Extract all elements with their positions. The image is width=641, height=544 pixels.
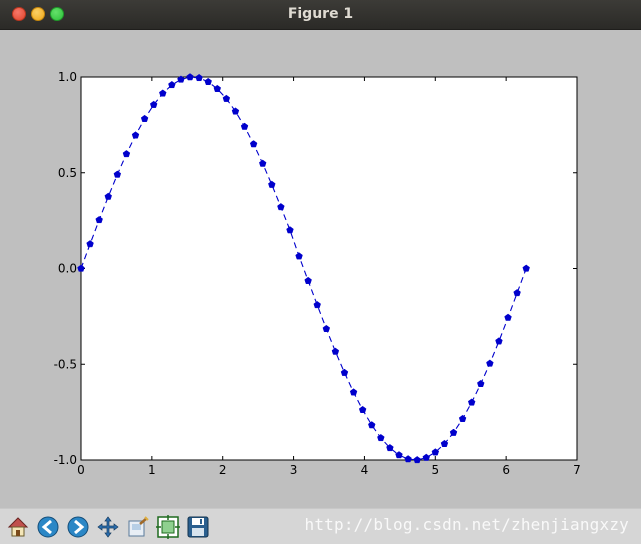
- zoom-icon: [128, 516, 149, 537]
- data-point: [186, 73, 194, 81]
- x-tick-label: 1: [148, 463, 156, 477]
- configure-subplots-button[interactable]: [155, 514, 181, 540]
- line-chart: 0 1 2 3 4 5 6 7 -1.0 -0.5 0.0 0.5 1.0: [54, 70, 581, 477]
- y-tick-label: -0.5: [54, 357, 77, 371]
- back-icon: [37, 516, 59, 538]
- axes-background: [80, 76, 578, 461]
- forward-icon: [67, 516, 89, 538]
- zoom-button[interactable]: [125, 514, 151, 540]
- save-icon: [187, 516, 209, 538]
- y-tick-label: 1.0: [58, 70, 77, 84]
- x-tick-label: 3: [290, 463, 298, 477]
- window-title: Figure 1: [287, 6, 354, 22]
- x-tick-label: 5: [431, 463, 439, 477]
- pan-icon: [97, 516, 119, 538]
- y-tick-label: 0.5: [58, 166, 77, 180]
- watermark-text: http://blog.csdn.net/zhenjiangxzy: [304, 515, 629, 534]
- x-tick-label: 6: [502, 463, 510, 477]
- home-button[interactable]: [5, 514, 31, 540]
- x-tick-label: 4: [361, 463, 369, 477]
- back-button[interactable]: [35, 514, 61, 540]
- navigation-toolbar: http://blog.csdn.net/zhenjiangxzy: [0, 508, 641, 544]
- home-icon: [7, 517, 29, 537]
- save-button[interactable]: [185, 514, 211, 540]
- x-tick-label: 0: [77, 463, 85, 477]
- window-titlebar[interactable]: Figure 1: [0, 0, 641, 30]
- x-tick-label: 2: [219, 463, 227, 477]
- y-tick-label: -1.0: [54, 453, 77, 467]
- configure-subplots-icon: [156, 515, 180, 539]
- forward-button[interactable]: [65, 514, 91, 540]
- pan-button[interactable]: [95, 514, 121, 540]
- data-point: [195, 73, 203, 82]
- x-tick-label: 7: [573, 463, 581, 477]
- y-tick-label: 0.0: [58, 262, 77, 276]
